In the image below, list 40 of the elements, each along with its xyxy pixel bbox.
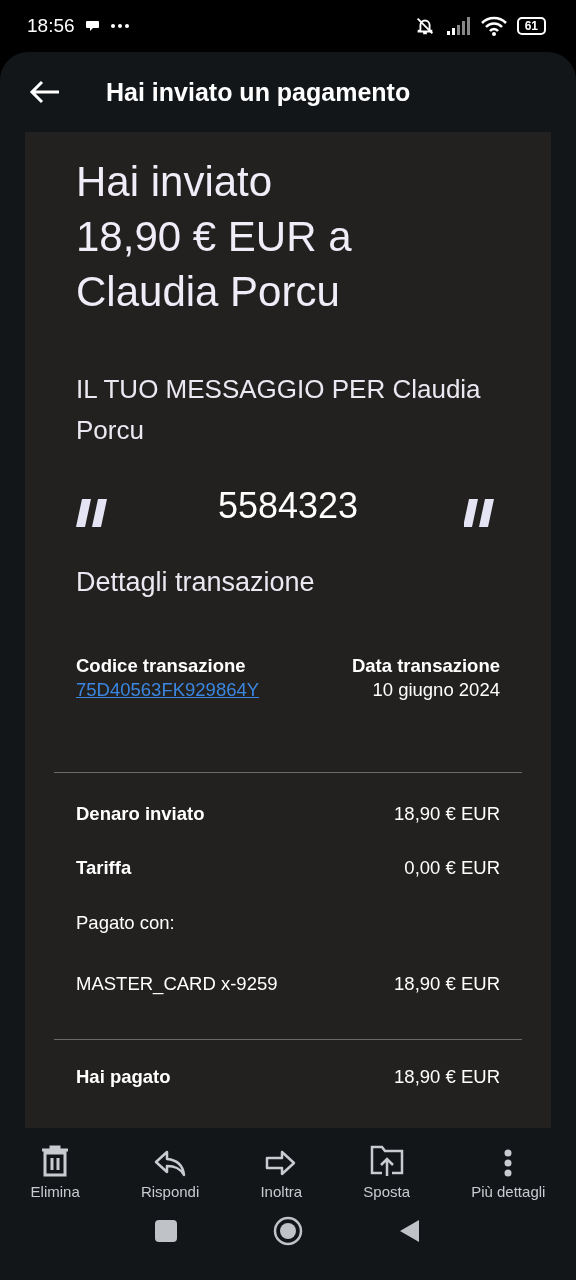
amount-label: Pagato con:	[76, 912, 175, 934]
field-label: Data transazione	[351, 654, 500, 678]
transaction-date: 10 giugno 2024	[372, 678, 500, 702]
signal-icon	[446, 17, 471, 35]
message-text: 5584323	[217, 485, 359, 527]
more-button[interactable]: Più dettagli	[467, 1138, 550, 1202]
move-button[interactable]: Sposta	[359, 1138, 414, 1202]
folder-upload-icon	[369, 1145, 404, 1177]
back-arrow-icon[interactable]	[29, 80, 61, 104]
section-heading: Dettagli transazione	[76, 567, 316, 598]
status-time: 18:56	[27, 15, 75, 37]
reply-icon	[154, 1149, 187, 1177]
home-icon[interactable]	[273, 1216, 303, 1246]
back-icon[interactable]	[399, 1219, 421, 1243]
summary-heading: 18,90 € EUR a	[76, 212, 353, 262]
page-title: Hai inviato un pagamento	[106, 77, 411, 107]
transaction-code-link[interactable]: 75D40563FK929864Y	[76, 678, 260, 702]
amount-label: Denaro inviato	[76, 803, 205, 825]
summary-heading: Claudia Porcu	[76, 267, 341, 317]
amount-value: 18,90 € EUR	[394, 973, 500, 995]
trash-button[interactable]: Elimina	[26, 1138, 84, 1202]
wifi-icon	[480, 16, 507, 36]
amount-label: MASTER_CARD x-9259	[76, 973, 278, 995]
amount-label: Tariffa	[76, 857, 132, 879]
amount-value: 18,90 € EUR	[394, 803, 500, 825]
total-value: 18,90 € EUR	[394, 1066, 500, 1088]
message-heading: IL TUO MESSAGGIO PER Claudia Porcu	[76, 373, 482, 447]
forward-button[interactable]: Inoltra	[256, 1138, 307, 1202]
battery-indicator: 61	[516, 17, 546, 35]
trash-icon	[40, 1145, 71, 1177]
forward-icon	[265, 1149, 298, 1177]
chat-icon	[84, 18, 101, 34]
amount-value: 0,00 € EUR	[404, 857, 500, 879]
more-notifications-icon	[110, 24, 129, 28]
recents-icon[interactable]	[155, 1220, 177, 1242]
summary-heading: Hai inviato	[76, 157, 274, 207]
total-label: Hai pagato	[76, 1066, 171, 1088]
field-label: Codice transazione	[76, 654, 246, 678]
more-icon	[504, 1149, 513, 1177]
reply-button[interactable]: Rispondi	[136, 1138, 204, 1202]
